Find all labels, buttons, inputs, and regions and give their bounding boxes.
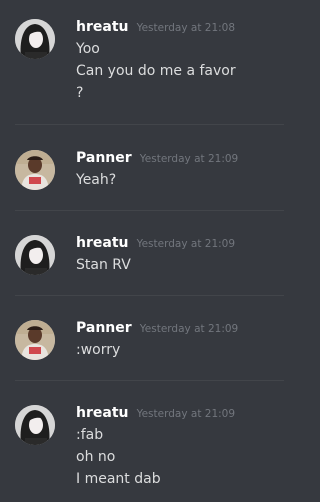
user-avatar[interactable] bbox=[15, 19, 55, 59]
message-line: Can you do me a favor bbox=[76, 63, 236, 79]
timestamp: Yesterday at 21:09 bbox=[139, 323, 239, 335]
timestamp: Yesterday at 21:09 bbox=[136, 238, 236, 250]
message-line: Yeah? bbox=[76, 172, 117, 188]
message-line: Stan RV bbox=[76, 257, 131, 273]
message-header: Panner Yesterday at 21:09 bbox=[76, 148, 238, 168]
man-photo-avatar-icon bbox=[15, 320, 55, 360]
message-divider bbox=[15, 295, 284, 296]
timestamp: Yesterday at 21:09 bbox=[136, 408, 236, 420]
message-header: Panner Yesterday at 21:09 bbox=[76, 318, 238, 338]
chat-messages: hreatu Yesterday at 21:08 Yoo Can you do… bbox=[0, 0, 299, 502]
user-avatar[interactable] bbox=[15, 320, 55, 360]
message-header: hreatu Yesterday at 21:09 bbox=[76, 233, 235, 253]
timestamp: Yesterday at 21:09 bbox=[139, 153, 239, 165]
girl-photo-avatar-icon bbox=[15, 405, 55, 445]
message-line: oh no bbox=[76, 449, 116, 465]
message-divider bbox=[15, 124, 284, 125]
message-content: Stan RV bbox=[76, 254, 131, 276]
user-avatar[interactable] bbox=[15, 235, 55, 275]
girl-photo-avatar-icon bbox=[15, 235, 55, 275]
man-photo-avatar-icon bbox=[15, 150, 55, 190]
timestamp: Yesterday at 21:08 bbox=[136, 22, 236, 34]
message-content: Yeah? bbox=[76, 169, 116, 191]
user-avatar[interactable] bbox=[15, 405, 55, 445]
message-line: :fab bbox=[76, 427, 104, 443]
message-header: hreatu Yesterday at 21:08 bbox=[76, 17, 235, 37]
username[interactable]: hreatu bbox=[76, 235, 128, 251]
message-line: ? bbox=[76, 85, 84, 101]
username[interactable]: hreatu bbox=[76, 405, 128, 421]
message-line: :worry bbox=[76, 342, 121, 358]
user-avatar[interactable] bbox=[15, 150, 55, 190]
message-line: Yoo bbox=[76, 41, 100, 57]
message-divider bbox=[15, 210, 284, 211]
message-content: Yoo Can you do me a favor ? bbox=[76, 38, 236, 104]
username[interactable]: Panner bbox=[76, 320, 132, 336]
message-header: hreatu Yesterday at 21:09 bbox=[76, 403, 235, 423]
username[interactable]: hreatu bbox=[76, 19, 128, 35]
girl-photo-avatar-icon bbox=[15, 19, 55, 59]
message-divider bbox=[15, 380, 284, 381]
message-content: :worry bbox=[76, 339, 120, 361]
username[interactable]: Panner bbox=[76, 150, 132, 166]
message-line: I meant dab bbox=[76, 471, 161, 487]
message-content: :fab oh no I meant dab bbox=[76, 424, 161, 490]
